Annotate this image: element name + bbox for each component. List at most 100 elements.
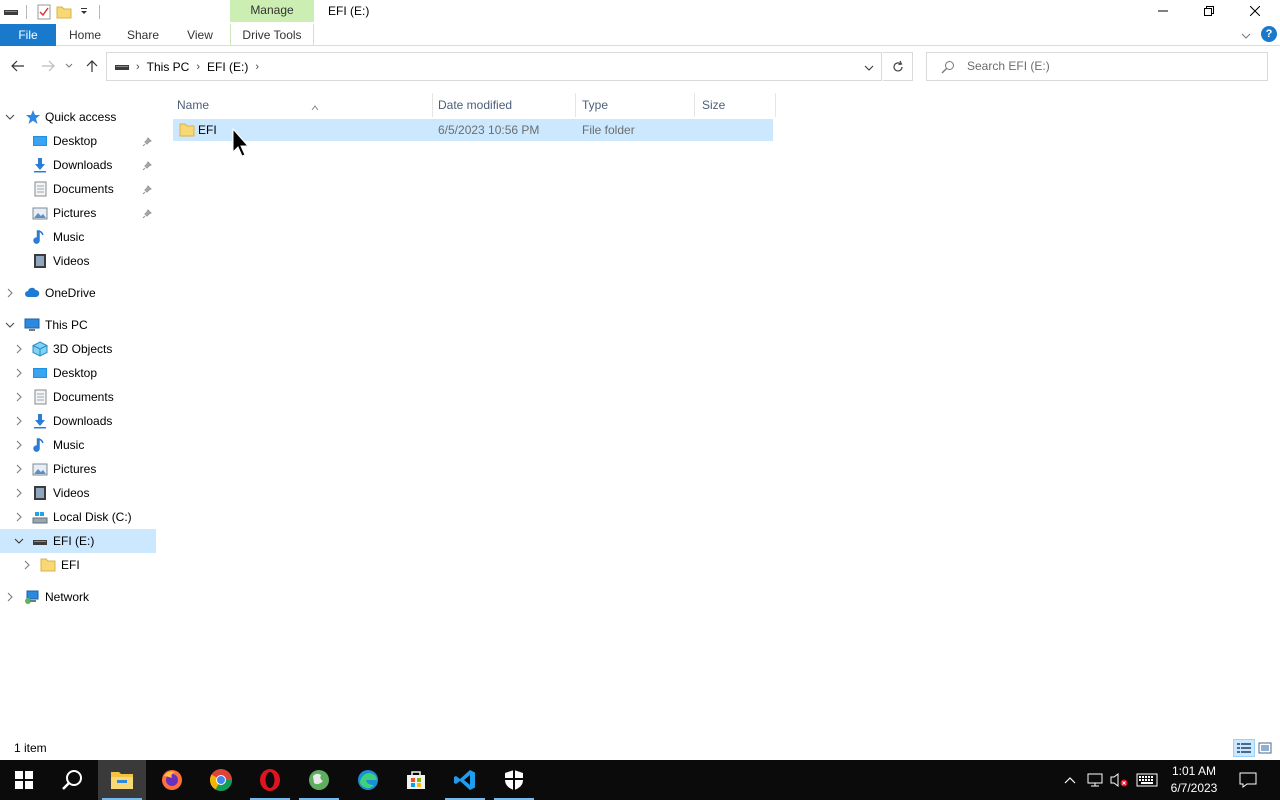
quick-access-toolbar	[0, 0, 106, 24]
chevron-right-icon[interactable]	[13, 487, 25, 499]
taskbar-file-explorer[interactable]	[98, 760, 146, 800]
search-box[interactable]: Search EFI (E:)	[926, 52, 1268, 81]
nav-label: Music	[53, 230, 85, 244]
start-button[interactable]	[0, 760, 48, 800]
chevron-right-icon[interactable]	[13, 391, 25, 403]
breadcrumb-this-pc[interactable]: This PC	[147, 60, 190, 74]
pin-icon[interactable]	[142, 184, 152, 195]
chevron-right-icon[interactable]: ›	[196, 61, 200, 73]
help-icon[interactable]: ?	[1261, 26, 1277, 42]
address-bar[interactable]: › This PC › EFI (E:) ›	[106, 52, 882, 81]
nav-onedrive[interactable]: OneDrive	[0, 281, 156, 305]
chevron-right-icon[interactable]	[13, 439, 25, 451]
folder-icon	[179, 122, 195, 138]
customize-qat-icon[interactable]	[75, 3, 93, 21]
chevron-right-icon[interactable]	[13, 415, 25, 427]
tab-view[interactable]: View	[178, 24, 222, 46]
network-tray-icon[interactable]	[1084, 760, 1106, 800]
tab-home[interactable]: Home	[60, 24, 110, 46]
nav-qa-pictures[interactable]: Pictures	[0, 201, 156, 225]
nav-qa-documents[interactable]: Documents	[0, 177, 156, 201]
chevron-right-icon[interactable]	[13, 343, 25, 355]
chevron-right-icon[interactable]	[13, 511, 25, 523]
chevron-right-icon[interactable]: ›	[136, 61, 140, 73]
nav-pc-pictures[interactable]: Pictures	[0, 457, 156, 481]
tab-file[interactable]: File	[0, 24, 56, 46]
chevron-right-icon[interactable]	[4, 591, 16, 603]
large-icons-view-button[interactable]	[1257, 741, 1273, 755]
chevron-down-icon[interactable]	[4, 319, 16, 331]
taskbar-vscode[interactable]	[441, 760, 489, 800]
show-hidden-icons-button[interactable]	[1060, 760, 1080, 800]
expand-ribbon-icon[interactable]	[1240, 30, 1252, 40]
tab-share[interactable]: Share	[120, 24, 166, 46]
chevron-right-icon[interactable]	[13, 367, 25, 379]
close-button[interactable]	[1232, 0, 1278, 22]
pictures-icon	[32, 205, 48, 221]
nav-pc-local-disk-c[interactable]: Local Disk (C:)	[0, 505, 156, 529]
column-header-date[interactable]: Date modified	[431, 93, 576, 117]
minimize-button[interactable]	[1140, 0, 1186, 22]
notification-center-icon[interactable]	[1232, 760, 1264, 800]
keyboard-icon[interactable]	[1134, 760, 1160, 800]
taskbar-edge[interactable]	[344, 760, 392, 800]
nav-label: Pictures	[53, 462, 97, 476]
pin-icon[interactable]	[142, 160, 152, 171]
back-button[interactable]	[8, 56, 28, 76]
pin-icon[interactable]	[142, 136, 152, 147]
search-button[interactable]	[48, 760, 96, 800]
nav-pc-music[interactable]: Music	[0, 433, 156, 457]
chevron-down-icon[interactable]	[4, 111, 16, 123]
taskbar-app-globe[interactable]	[295, 760, 343, 800]
volume-muted-icon[interactable]	[1108, 760, 1130, 800]
file-list: Name Date modified Type Size EFI 6/5/202…	[157, 88, 1280, 736]
chevron-right-icon[interactable]: ›	[255, 61, 259, 73]
pin-icon[interactable]	[142, 208, 152, 219]
chevron-right-icon[interactable]	[13, 463, 25, 475]
nav-pc-efi-drive[interactable]: EFI (E:)	[0, 529, 156, 553]
nav-pc-3d-objects[interactable]: 3D Objects	[0, 337, 156, 361]
taskbar-chrome[interactable]	[197, 760, 245, 800]
nav-pc-videos[interactable]: Videos	[0, 481, 156, 505]
nav-label: Pictures	[53, 206, 97, 220]
chevron-right-icon[interactable]	[21, 559, 33, 571]
properties-icon[interactable]	[35, 3, 53, 21]
nav-label: EFI	[61, 558, 80, 572]
nav-pc-documents[interactable]: Documents	[0, 385, 156, 409]
taskbar-security[interactable]	[490, 760, 538, 800]
nav-efi-folder[interactable]: EFI	[0, 553, 156, 577]
nav-qa-videos[interactable]: Videos	[0, 249, 156, 273]
nav-qa-music[interactable]: Music	[0, 225, 156, 249]
tab-drive-tools[interactable]: Drive Tools	[231, 24, 313, 46]
nav-pc-desktop[interactable]: Desktop	[0, 361, 156, 385]
nav-qa-desktop[interactable]: Desktop	[0, 129, 156, 153]
column-header-name[interactable]: Name	[170, 93, 433, 117]
recent-locations-button[interactable]	[62, 56, 76, 76]
breadcrumb-efi-drive[interactable]: EFI (E:)	[207, 60, 248, 74]
details-view-button[interactable]	[1233, 739, 1255, 757]
chevron-right-icon[interactable]	[4, 287, 16, 299]
system-clock[interactable]: 1:01 AM 6/7/2023	[1164, 763, 1224, 797]
nav-network[interactable]: Network	[0, 585, 156, 609]
forward-button[interactable]	[38, 56, 58, 76]
restore-button[interactable]	[1186, 0, 1232, 22]
taskbar-store[interactable]	[392, 760, 440, 800]
nav-qa-downloads[interactable]: Downloads	[0, 153, 156, 177]
nav-quick-access[interactable]: Quick access	[0, 105, 156, 129]
nav-this-pc[interactable]: This PC	[0, 313, 156, 337]
up-button[interactable]	[82, 56, 102, 76]
documents-icon	[32, 181, 48, 197]
table-row[interactable]: EFI 6/5/2023 10:56 PM File folder	[173, 119, 773, 141]
new-folder-icon[interactable]	[55, 3, 73, 21]
nav-label: Documents	[53, 390, 114, 404]
refresh-button[interactable]	[883, 52, 913, 81]
column-header-type[interactable]: Type	[575, 93, 695, 117]
chevron-down-icon[interactable]	[13, 535, 25, 547]
address-dropdown-icon[interactable]	[863, 62, 875, 72]
taskbar-firefox[interactable]	[148, 760, 196, 800]
column-header-size[interactable]: Size	[695, 93, 776, 117]
manage-context-tab[interactable]: Manage	[230, 0, 314, 22]
taskbar-opera[interactable]	[246, 760, 294, 800]
nav-pc-downloads[interactable]: Downloads	[0, 409, 156, 433]
file-date: 6/5/2023 10:56 PM	[438, 123, 540, 137]
